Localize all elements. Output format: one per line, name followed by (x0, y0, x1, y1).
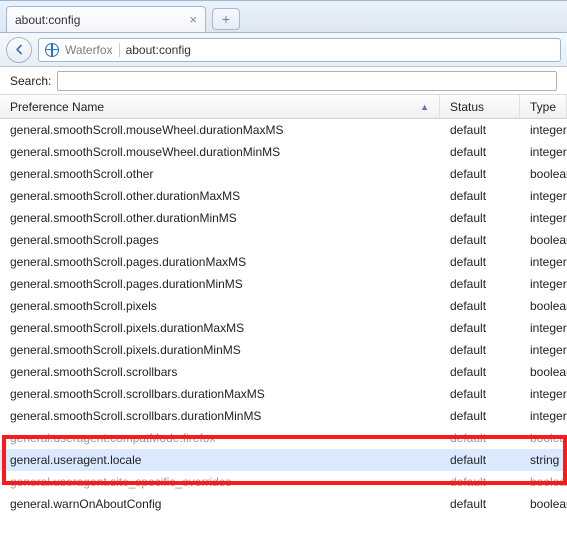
globe-icon (45, 43, 59, 57)
pref-name: general.smoothScroll.mouseWheel.duration… (0, 123, 440, 137)
table-row[interactable]: general.smoothScroll.pagesdefaultboolean (0, 229, 567, 251)
table-row[interactable]: general.smoothScroll.scrollbars.duration… (0, 405, 567, 427)
table-row[interactable]: general.smoothScroll.scrollbars.duration… (0, 383, 567, 405)
table-row[interactable]: general.smoothScroll.scrollbarsdefaultbo… (0, 361, 567, 383)
pref-status: default (440, 365, 520, 379)
table-row[interactable]: general.smoothScroll.other.durationMaxMS… (0, 185, 567, 207)
pref-status: default (440, 453, 520, 467)
pref-type: boolean (520, 167, 567, 181)
pref-status: default (440, 475, 520, 489)
pref-status: default (440, 387, 520, 401)
pref-name: general.useragent.site_specific_override… (0, 475, 440, 489)
back-button[interactable] (6, 37, 32, 63)
pref-name: general.smoothScroll.other (0, 167, 440, 181)
table-row[interactable]: general.warnOnAboutConfigdefaultboolean (0, 493, 567, 515)
pref-status: default (440, 409, 520, 423)
table-row[interactable]: general.smoothScroll.pixels.durationMaxM… (0, 317, 567, 339)
pref-name: general.smoothScroll.pixels (0, 299, 440, 313)
pref-type: integer (520, 387, 567, 401)
column-header-status[interactable]: Status (440, 95, 520, 118)
arrow-left-icon (13, 43, 26, 56)
url-bar[interactable]: Waterfox about:config (38, 38, 561, 62)
pref-name: general.smoothScroll.other.durationMaxMS (0, 189, 440, 203)
pref-status: default (440, 277, 520, 291)
pref-type: integer (520, 145, 567, 159)
pref-status: default (440, 431, 520, 445)
pref-status: default (440, 211, 520, 225)
pref-type: integer (520, 255, 567, 269)
pref-table: Preference Name ▲ Status Type general.sm… (0, 95, 567, 515)
pref-name: general.useragent.compatMode.firefox (0, 431, 440, 445)
site-identity-label: Waterfox (65, 43, 120, 57)
tab-title: about:config (15, 13, 80, 27)
pref-type: boolean (520, 299, 567, 313)
pref-status: default (440, 321, 520, 335)
pref-name: general.useragent.locale (0, 453, 440, 467)
table-row[interactable]: general.smoothScroll.other.durationMinMS… (0, 207, 567, 229)
new-tab-button[interactable]: + (212, 8, 240, 30)
pref-name: general.smoothScroll.pages.durationMinMS (0, 277, 440, 291)
pref-content: Preference Name ▲ Status Type general.sm… (0, 95, 567, 515)
pref-status: default (440, 123, 520, 137)
sort-asc-icon: ▲ (420, 102, 429, 112)
pref-status: default (440, 233, 520, 247)
pref-type: integer (520, 321, 567, 335)
pref-name: general.smoothScroll.pages (0, 233, 440, 247)
column-header-type[interactable]: Type (520, 95, 567, 118)
pref-name: general.smoothScroll.scrollbars.duration… (0, 409, 440, 423)
pref-name: general.smoothScroll.scrollbars (0, 365, 440, 379)
table-row[interactable]: general.useragent.localedefaultstring (0, 449, 567, 471)
pref-status: default (440, 299, 520, 313)
pref-status: default (440, 167, 520, 181)
tab-about-config[interactable]: about:config × (6, 6, 206, 32)
pref-name: general.smoothScroll.pixels.durationMinM… (0, 343, 440, 357)
pref-type: boolean (520, 365, 567, 379)
table-row[interactable]: general.smoothScroll.pages.durationMinMS… (0, 273, 567, 295)
pref-type: integer (520, 189, 567, 203)
close-icon[interactable]: × (189, 13, 197, 26)
pref-status: default (440, 189, 520, 203)
table-row[interactable]: general.smoothScroll.otherdefaultboolean (0, 163, 567, 185)
nav-bar: Waterfox about:config (0, 33, 567, 67)
tab-bar: about:config × + (0, 1, 567, 33)
pref-name: general.smoothScroll.pages.durationMaxMS (0, 255, 440, 269)
pref-status: default (440, 255, 520, 269)
pref-status: default (440, 497, 520, 511)
url-text: about:config (126, 43, 191, 57)
pref-name: general.smoothScroll.pixels.durationMaxM… (0, 321, 440, 335)
pref-type: boolean (520, 431, 567, 445)
pref-type: integer (520, 409, 567, 423)
table-row[interactable]: general.smoothScroll.pages.durationMaxMS… (0, 251, 567, 273)
pref-type: integer (520, 343, 567, 357)
table-body: general.smoothScroll.mouseWheel.duration… (0, 119, 567, 515)
pref-status: default (440, 145, 520, 159)
table-row[interactable]: general.smoothScroll.mouseWheel.duration… (0, 119, 567, 141)
pref-type: integer (520, 277, 567, 291)
pref-name: general.smoothScroll.other.durationMinMS (0, 211, 440, 225)
pref-type: integer (520, 123, 567, 137)
table-row[interactable]: general.smoothScroll.pixelsdefaultboolea… (0, 295, 567, 317)
search-input[interactable] (57, 71, 557, 91)
table-row[interactable]: general.smoothScroll.mouseWheel.duration… (0, 141, 567, 163)
pref-type: boolean (520, 233, 567, 247)
table-header: Preference Name ▲ Status Type (0, 95, 567, 119)
table-row[interactable]: general.useragent.compatMode.firefoxdefa… (0, 427, 567, 449)
pref-name: general.smoothScroll.scrollbars.duration… (0, 387, 440, 401)
table-row[interactable]: general.smoothScroll.pixels.durationMinM… (0, 339, 567, 361)
pref-type: integer (520, 211, 567, 225)
pref-name: general.smoothScroll.mouseWheel.duration… (0, 145, 440, 159)
search-row: Search: (0, 67, 567, 95)
column-header-name[interactable]: Preference Name ▲ (0, 95, 440, 118)
table-row[interactable]: general.useragent.site_specific_override… (0, 471, 567, 493)
search-label: Search: (10, 74, 51, 88)
pref-status: default (440, 343, 520, 357)
pref-type: boolean (520, 475, 567, 489)
pref-type: boolean (520, 497, 567, 511)
pref-type: string (520, 453, 567, 467)
pref-name: general.warnOnAboutConfig (0, 497, 440, 511)
